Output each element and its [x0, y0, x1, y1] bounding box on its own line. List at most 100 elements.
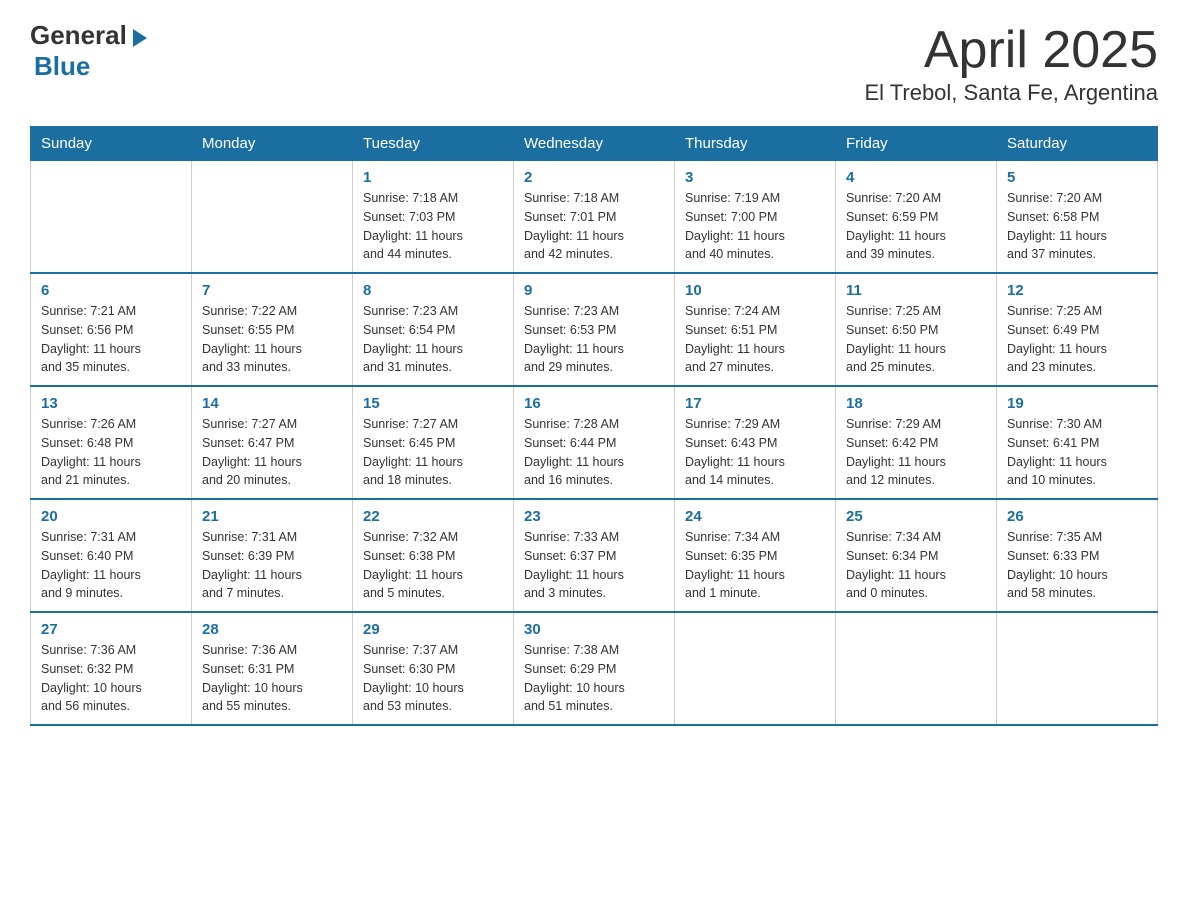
- calendar-cell: 5 Sunrise: 7:20 AMSunset: 6:58 PMDaylight…: [997, 161, 1158, 274]
- day-info: Sunrise: 7:20 AMSunset: 6:58 PMDaylight:…: [1007, 189, 1147, 264]
- day-info: Sunrise: 7:35 AMSunset: 6:33 PMDaylight:…: [1007, 528, 1147, 603]
- day-info: Sunrise: 7:28 AMSunset: 6:44 PMDaylight:…: [524, 415, 664, 490]
- day-info: Sunrise: 7:32 AMSunset: 6:38 PMDaylight:…: [363, 528, 503, 603]
- day-info: Sunrise: 7:34 AMSunset: 6:34 PMDaylight:…: [846, 528, 986, 603]
- calendar-cell: 20 Sunrise: 7:31 AMSunset: 6:40 PMDayligh…: [31, 499, 192, 612]
- day-info: Sunrise: 7:21 AMSunset: 6:56 PMDaylight:…: [41, 302, 181, 377]
- calendar-cell: 30 Sunrise: 7:38 AMSunset: 6:29 PMDayligh…: [514, 612, 675, 725]
- day-number: 4: [846, 169, 986, 186]
- calendar-cell: 18 Sunrise: 7:29 AMSunset: 6:42 PMDayligh…: [836, 386, 997, 499]
- day-info: Sunrise: 7:30 AMSunset: 6:41 PMDaylight:…: [1007, 415, 1147, 490]
- calendar-cell: [675, 612, 836, 725]
- day-info: Sunrise: 7:31 AMSunset: 6:39 PMDaylight:…: [202, 528, 342, 603]
- header-day-sunday: Sunday: [31, 127, 192, 161]
- day-number: 16: [524, 395, 664, 412]
- week-row-4: 20 Sunrise: 7:31 AMSunset: 6:40 PMDayligh…: [31, 499, 1158, 612]
- day-number: 25: [846, 508, 986, 525]
- day-number: 14: [202, 395, 342, 412]
- day-number: 26: [1007, 508, 1147, 525]
- day-info: Sunrise: 7:18 AMSunset: 7:03 PMDaylight:…: [363, 189, 503, 264]
- day-number: 10: [685, 282, 825, 299]
- day-number: 22: [363, 508, 503, 525]
- day-number: 9: [524, 282, 664, 299]
- title-section: April 2025 El Trebol, Santa Fe, Argentin…: [864, 20, 1158, 106]
- calendar-cell: 12 Sunrise: 7:25 AMSunset: 6:49 PMDayligh…: [997, 273, 1158, 386]
- calendar-cell: [31, 161, 192, 274]
- day-info: Sunrise: 7:23 AMSunset: 6:54 PMDaylight:…: [363, 302, 503, 377]
- calendar-cell: 26 Sunrise: 7:35 AMSunset: 6:33 PMDayligh…: [997, 499, 1158, 612]
- calendar-cell: 25 Sunrise: 7:34 AMSunset: 6:34 PMDayligh…: [836, 499, 997, 612]
- header-day-friday: Friday: [836, 127, 997, 161]
- calendar-cell: 13Sunrise: 7:26 AMSunset: 6:48 PMDayligh…: [31, 386, 192, 499]
- day-number: 6: [41, 282, 181, 299]
- day-info: Sunrise: 7:27 AMSunset: 6:45 PMDaylight:…: [363, 415, 503, 490]
- calendar-cell: 7Sunrise: 7:22 AMSunset: 6:55 PMDaylight…: [192, 273, 353, 386]
- header-day-monday: Monday: [192, 127, 353, 161]
- day-info: Sunrise: 7:26 AMSunset: 6:48 PMDaylight:…: [41, 415, 181, 490]
- day-number: 23: [524, 508, 664, 525]
- calendar-cell: 4 Sunrise: 7:20 AMSunset: 6:59 PMDaylight…: [836, 161, 997, 274]
- day-number: 18: [846, 395, 986, 412]
- calendar-cell: 14 Sunrise: 7:27 AMSunset: 6:47 PMDayligh…: [192, 386, 353, 499]
- week-row-5: 27 Sunrise: 7:36 AMSunset: 6:32 PMDayligh…: [31, 612, 1158, 725]
- day-info: Sunrise: 7:38 AMSunset: 6:29 PMDaylight:…: [524, 641, 664, 716]
- logo-blue-text: Blue: [34, 51, 90, 82]
- day-info: Sunrise: 7:25 AMSunset: 6:49 PMDaylight:…: [1007, 302, 1147, 377]
- day-info: Sunrise: 7:20 AMSunset: 6:59 PMDaylight:…: [846, 189, 986, 264]
- week-row-3: 13Sunrise: 7:26 AMSunset: 6:48 PMDayligh…: [31, 386, 1158, 499]
- calendar-cell: 29Sunrise: 7:37 AMSunset: 6:30 PMDayligh…: [353, 612, 514, 725]
- calendar-cell: 28 Sunrise: 7:36 AMSunset: 6:31 PMDayligh…: [192, 612, 353, 725]
- day-number: 11: [846, 282, 986, 299]
- day-info: Sunrise: 7:34 AMSunset: 6:35 PMDaylight:…: [685, 528, 825, 603]
- day-number: 5: [1007, 169, 1147, 186]
- calendar-cell: 27 Sunrise: 7:36 AMSunset: 6:32 PMDayligh…: [31, 612, 192, 725]
- day-info: Sunrise: 7:27 AMSunset: 6:47 PMDaylight:…: [202, 415, 342, 490]
- header-row: SundayMondayTuesdayWednesdayThursdayFrid…: [31, 127, 1158, 161]
- day-info: Sunrise: 7:29 AMSunset: 6:42 PMDaylight:…: [846, 415, 986, 490]
- calendar-cell: 1 Sunrise: 7:18 AMSunset: 7:03 PMDaylight…: [353, 161, 514, 274]
- calendar-table: SundayMondayTuesdayWednesdayThursdayFrid…: [30, 126, 1158, 726]
- calendar-cell: 16 Sunrise: 7:28 AMSunset: 6:44 PMDayligh…: [514, 386, 675, 499]
- day-number: 17: [685, 395, 825, 412]
- week-row-1: 1 Sunrise: 7:18 AMSunset: 7:03 PMDaylight…: [31, 161, 1158, 274]
- page-header: General Blue April 2025 El Trebol, Santa…: [30, 20, 1158, 106]
- day-info: Sunrise: 7:23 AMSunset: 6:53 PMDaylight:…: [524, 302, 664, 377]
- header-day-saturday: Saturday: [997, 127, 1158, 161]
- header-day-tuesday: Tuesday: [353, 127, 514, 161]
- calendar-cell: 10 Sunrise: 7:24 AMSunset: 6:51 PMDayligh…: [675, 273, 836, 386]
- calendar-cell: 19Sunrise: 7:30 AMSunset: 6:41 PMDayligh…: [997, 386, 1158, 499]
- day-number: 30: [524, 621, 664, 638]
- day-info: Sunrise: 7:18 AMSunset: 7:01 PMDaylight:…: [524, 189, 664, 264]
- day-info: Sunrise: 7:19 AMSunset: 7:00 PMDaylight:…: [685, 189, 825, 264]
- day-number: 27: [41, 621, 181, 638]
- calendar-cell: 6 Sunrise: 7:21 AMSunset: 6:56 PMDaylight…: [31, 273, 192, 386]
- day-info: Sunrise: 7:37 AMSunset: 6:30 PMDaylight:…: [363, 641, 503, 716]
- calendar-cell: 23 Sunrise: 7:33 AMSunset: 6:37 PMDayligh…: [514, 499, 675, 612]
- day-number: 28: [202, 621, 342, 638]
- calendar-cell: [997, 612, 1158, 725]
- day-number: 3: [685, 169, 825, 186]
- logo-general-text: General: [30, 20, 127, 51]
- calendar-cell: [836, 612, 997, 725]
- day-info: Sunrise: 7:36 AMSunset: 6:32 PMDaylight:…: [41, 641, 181, 716]
- calendar-cell: 15Sunrise: 7:27 AMSunset: 6:45 PMDayligh…: [353, 386, 514, 499]
- calendar-cell: 17 Sunrise: 7:29 AMSunset: 6:43 PMDayligh…: [675, 386, 836, 499]
- calendar-cell: 22 Sunrise: 7:32 AMSunset: 6:38 PMDayligh…: [353, 499, 514, 612]
- day-info: Sunrise: 7:24 AMSunset: 6:51 PMDaylight:…: [685, 302, 825, 377]
- day-number: 12: [1007, 282, 1147, 299]
- day-info: Sunrise: 7:36 AMSunset: 6:31 PMDaylight:…: [202, 641, 342, 716]
- day-number: 1: [363, 169, 503, 186]
- calendar-cell: [192, 161, 353, 274]
- calendar-cell: 2Sunrise: 7:18 AMSunset: 7:01 PMDaylight…: [514, 161, 675, 274]
- day-info: Sunrise: 7:31 AMSunset: 6:40 PMDaylight:…: [41, 528, 181, 603]
- day-info: Sunrise: 7:25 AMSunset: 6:50 PMDaylight:…: [846, 302, 986, 377]
- day-number: 7: [202, 282, 342, 299]
- week-row-2: 6 Sunrise: 7:21 AMSunset: 6:56 PMDaylight…: [31, 273, 1158, 386]
- day-number: 21: [202, 508, 342, 525]
- day-number: 24: [685, 508, 825, 525]
- header-day-thursday: Thursday: [675, 127, 836, 161]
- day-info: Sunrise: 7:29 AMSunset: 6:43 PMDaylight:…: [685, 415, 825, 490]
- day-info: Sunrise: 7:33 AMSunset: 6:37 PMDaylight:…: [524, 528, 664, 603]
- header-day-wednesday: Wednesday: [514, 127, 675, 161]
- day-number: 20: [41, 508, 181, 525]
